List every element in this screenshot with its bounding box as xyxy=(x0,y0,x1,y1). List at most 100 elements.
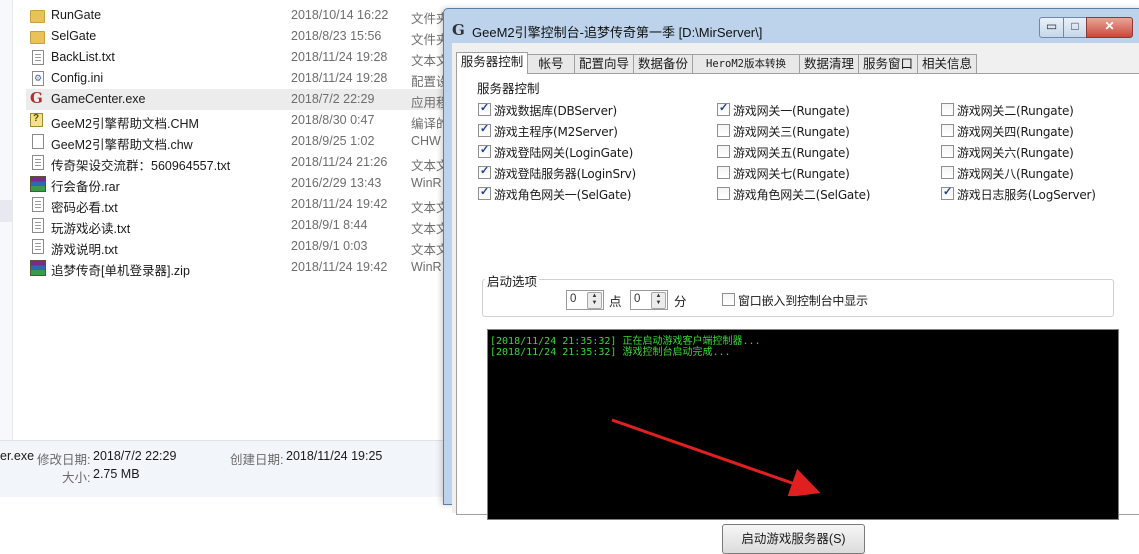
splitter-handle[interactable] xyxy=(0,200,12,222)
embed-window-label: 窗口嵌入到控制台中显示 xyxy=(738,294,868,308)
file-name: GeeM2引擎帮助文档.CHM xyxy=(51,117,199,131)
minimize-icon: ▭ xyxy=(1045,19,1058,33)
file-date: 2018/11/24 19:28 xyxy=(291,50,388,64)
start-hour-value: 0 xyxy=(570,293,577,305)
server-checkbox-label: 游戏数据库(DBServer) xyxy=(494,104,617,118)
file-date: 2018/11/24 19:42 xyxy=(291,197,388,211)
folder-icon xyxy=(30,31,45,44)
checkbox-unchecked-icon[interactable] xyxy=(717,145,730,158)
window-title: GeeM2引擎控制台-追梦传奇第一季 [D:\MirServer\] xyxy=(472,25,763,40)
checkbox-checked-icon[interactable] xyxy=(478,143,491,158)
text-file-icon xyxy=(32,50,44,65)
server-checkbox-label: 游戏网关六(Rungate) xyxy=(957,146,1074,160)
app-icon: G xyxy=(452,21,465,39)
file-row[interactable]: 传奇架设交流群：560964557.txt 2018/11/24 21:26 文本文 xyxy=(26,152,456,173)
file-date: 2016/2/29 13:43 xyxy=(291,176,382,190)
file-name: Config.ini xyxy=(51,71,104,85)
details-created-label: 创建日期: xyxy=(230,453,284,467)
file-type: WinR xyxy=(411,176,442,190)
file-name: RunGate xyxy=(51,8,102,22)
file-row[interactable]: Config.ini2018/11/24 19:28配置设 xyxy=(26,68,456,89)
checkbox-checked-icon[interactable] xyxy=(478,185,491,200)
details-pane: er.exe 修改日期: 2018/7/2 22:29 创建日期: 2018/1… xyxy=(0,440,445,497)
file-row[interactable]: G GameCenter.exe 2018/7/2 22:29 应用程 xyxy=(26,89,456,110)
checkbox-unchecked-icon[interactable] xyxy=(941,166,954,179)
tab-server-control[interactable]: 服务器控制 xyxy=(456,52,528,74)
checkbox-checked-icon[interactable] xyxy=(941,185,954,200)
file-name: GameCenter.exe xyxy=(51,92,146,106)
maximize-icon: □ xyxy=(1071,19,1079,33)
chm-file-icon xyxy=(30,113,43,127)
file-row[interactable]: 游戏说明.txt 2018/9/1 0:03 文本文 xyxy=(26,236,456,257)
checkbox-box[interactable] xyxy=(722,293,735,306)
file-date: 2018/11/24 21:26 xyxy=(291,155,388,169)
checkbox-unchecked-icon[interactable] xyxy=(941,103,954,116)
server-checkbox-label: 游戏登陆服务器(LoginSrv) xyxy=(494,167,636,181)
tab-herom2-conversion[interactable]: HeroM2版本转换 xyxy=(692,54,800,73)
file-row[interactable]: GeeM2引擎帮助文档.chw 2018/9/25 1:02 CHW xyxy=(26,131,456,152)
folder-icon xyxy=(30,10,45,23)
file-date: 2018/9/25 1:02 xyxy=(291,134,375,148)
file-row[interactable]: SelGate 2018/8/23 15:56 文件夹 xyxy=(26,26,456,47)
file-row[interactable]: BackList.txt 2018/11/24 19:28 文本文 xyxy=(26,47,456,68)
file-date: 2018/8/30 0:47 xyxy=(291,113,375,127)
file-name: 游戏说明.txt xyxy=(51,243,118,257)
checkbox-unchecked-icon[interactable] xyxy=(941,145,954,158)
hour-unit-label: 点 xyxy=(609,295,622,309)
startup-options-title: 启动选项 xyxy=(485,271,540,290)
start-minute-spinner[interactable]: 0 ▲ ▼ xyxy=(630,290,668,310)
checkbox-unchecked-icon[interactable] xyxy=(717,124,730,137)
file-row[interactable]: 追梦传奇[单机登录器].zip 2018/11/24 19:42 WinR xyxy=(26,257,456,278)
file-row[interactable]: RunGate 2018/10/14 16:22 文件夹 xyxy=(26,5,456,26)
file-date: 2018/8/23 15:56 xyxy=(291,29,382,43)
file-row[interactable]: 玩游戏必读.txt 2018/9/1 8:44 文本文 xyxy=(26,215,456,236)
exe-file-icon: G xyxy=(30,89,43,107)
chw-file-icon xyxy=(32,134,44,149)
tab-data-backup[interactable]: 数据备份 xyxy=(633,54,693,73)
file-date: 2018/10/14 16:22 xyxy=(291,8,389,22)
server-checkbox-label: 游戏网关二(Rungate) xyxy=(957,104,1074,118)
file-row[interactable]: 行会备份.rar 2016/2/29 13:43 WinR xyxy=(26,173,456,194)
server-checkbox-label: 游戏角色网关二(SelGate) xyxy=(733,188,871,202)
file-row[interactable]: GeeM2引擎帮助文档.CHM2018/8/30 0:47编译的 xyxy=(26,110,456,131)
file-name: 玩游戏必读.txt xyxy=(51,222,131,236)
server-checkbox-label: 游戏网关四(Rungate) xyxy=(957,125,1074,139)
start-hour-spinner[interactable]: 0 ▲ ▼ xyxy=(566,290,604,310)
rar-file-icon xyxy=(30,260,46,276)
tab-config-wizard[interactable]: 配置向导 xyxy=(574,54,634,73)
close-button[interactable]: ✕ xyxy=(1086,17,1133,38)
server-checkbox-label: 游戏主程序(M2Server) xyxy=(494,125,618,139)
checkbox-unchecked-icon[interactable] xyxy=(717,166,730,179)
details-size-label: 大小: xyxy=(62,471,91,485)
spinner-arrows-icon[interactable]: ▲ ▼ xyxy=(651,292,666,309)
checkbox-checked-icon[interactable] xyxy=(478,164,491,179)
startup-options-group: 启动选项 0 ▲ ▼ 点 0 ▲ ▼ 分 窗口嵌入到控制台中显示 xyxy=(482,271,1114,317)
file-row[interactable]: 密码必看.txt 2018/11/24 19:42 文本文 xyxy=(26,194,456,215)
title-bar[interactable]: G GeeM2引擎控制台-追梦传奇第一季 [D:\MirServer\] ▭ □… xyxy=(444,9,1139,43)
tab-account[interactable]: 帐号 xyxy=(527,54,575,73)
navigation-pane-edge xyxy=(0,0,13,440)
server-checkbox-label: 游戏角色网关一(SelGate) xyxy=(494,188,632,202)
start-game-server-button[interactable]: 启动游戏服务器(S) xyxy=(722,524,865,554)
tab-related-info[interactable]: 相关信息 xyxy=(917,54,977,73)
file-name: 追梦传奇[单机登录器].zip xyxy=(51,264,190,278)
minimize-button[interactable]: ▭ xyxy=(1039,17,1064,38)
file-date: 2018/7/2 22:29 xyxy=(291,92,375,106)
tab-service-windows[interactable]: 服务窗口 xyxy=(858,54,918,73)
maximize-button[interactable]: □ xyxy=(1063,17,1087,38)
checkbox-unchecked-icon[interactable] xyxy=(717,187,730,200)
log-console[interactable]: [2018/11/24 21:35:32] 正在启动游戏客户端控制器... [2… xyxy=(487,329,1119,520)
details-modified-label: 修改日期: xyxy=(37,453,91,467)
details-filename: er.exe xyxy=(0,449,35,463)
ini-file-icon xyxy=(32,71,44,86)
text-file-icon xyxy=(32,155,44,170)
close-icon: ✕ xyxy=(1104,19,1115,33)
checkbox-unchecked-icon[interactable] xyxy=(941,124,954,137)
file-name: GeeM2引擎帮助文档.chw xyxy=(51,138,193,152)
spinner-arrows-icon[interactable]: ▲ ▼ xyxy=(587,292,602,309)
checkbox-checked-icon[interactable] xyxy=(717,101,730,116)
server-checkbox-label: 游戏网关七(Rungate) xyxy=(733,167,850,181)
tab-data-cleanup[interactable]: 数据清理 xyxy=(799,54,859,73)
checkbox-checked-icon[interactable] xyxy=(478,122,491,137)
checkbox-checked-icon[interactable] xyxy=(478,101,491,116)
